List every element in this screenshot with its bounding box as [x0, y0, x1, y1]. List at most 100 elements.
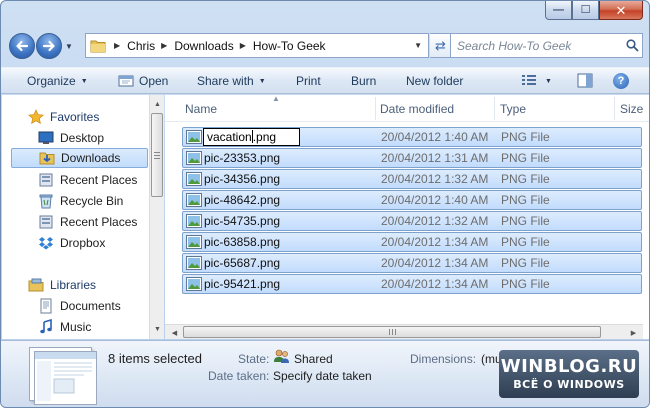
search-input[interactable]: Search How-To Geek [457, 39, 622, 53]
file-name: pic-63858.png [204, 235, 281, 249]
search-box[interactable]: Search How-To Geek [450, 33, 643, 58]
desktop-icon [38, 130, 54, 146]
png-file-icon [186, 193, 202, 207]
preview-pane-button[interactable] [577, 73, 593, 91]
table-row[interactable]: pic-65687.png 20/04/2012 1:34 AM PNG Fil… [182, 253, 642, 273]
table-row[interactable]: vacation.png 20/04/2012 1:40 AM PNG File [182, 127, 642, 147]
table-row[interactable]: pic-54735.png 20/04/2012 1:32 AM PNG Fil… [182, 211, 642, 231]
dimensions-label: Dimensions: [410, 352, 477, 366]
address-bar[interactable]: ▶ Chris ▶ Downloads ▶ How-To Geek ▼ [85, 33, 429, 58]
table-row[interactable]: pic-63858.png 20/04/2012 1:34 AM PNG Fil… [182, 232, 642, 252]
file-type: PNG File [501, 235, 550, 249]
navigation-pane: Favorites Desktop Downloads Recent Place… [2, 95, 149, 339]
open-icon [118, 74, 134, 88]
file-list-scrollbar[interactable]: ◀ ▶ [165, 324, 643, 339]
breadcrumb-chris[interactable]: Chris [127, 39, 155, 53]
file-type: PNG File [501, 172, 550, 186]
share-with-button[interactable]: Share with ▼ [197, 74, 266, 88]
nav-favorites[interactable]: Favorites [28, 107, 149, 127]
table-row[interactable]: pic-23353.png 20/04/2012 1:31 AM PNG Fil… [182, 148, 642, 168]
minimize-button[interactable]: — [545, 1, 572, 20]
scroll-up-icon[interactable]: ▲ [150, 97, 165, 112]
command-bar: Organize ▼ Open Share with ▼ Print Burn Ne… [1, 67, 649, 94]
caption-buttons: — ☐ ✕ [545, 1, 643, 21]
nav-recent-places-1[interactable]: Recent Places [38, 170, 149, 190]
nav-recent-places-2[interactable]: Recent Places [38, 212, 149, 232]
print-button[interactable]: Print [296, 74, 321, 88]
back-button[interactable] [9, 33, 35, 59]
rename-input[interactable]: vacation.png [203, 128, 300, 146]
column-divider[interactable] [614, 97, 615, 120]
search-icon[interactable] [622, 39, 642, 52]
chevron-down-icon: ▼ [258, 77, 266, 85]
file-date: 20/04/2012 1:40 AM [381, 193, 489, 207]
file-type: PNG File [501, 214, 550, 228]
grip-icon [154, 151, 160, 159]
back-arrow-icon [16, 40, 29, 52]
file-name: pic-23353.png [204, 151, 281, 165]
recent-pages-dropdown[interactable]: ▼ [63, 36, 75, 56]
date-taken-value[interactable]: Specify date taken [273, 369, 372, 383]
burn-button[interactable]: Burn [351, 74, 376, 88]
file-type: PNG File [501, 151, 550, 165]
scroll-down-icon[interactable]: ▼ [150, 322, 165, 337]
navigation-pane-scrollbar[interactable]: ▲ ▼ [149, 95, 164, 339]
maximize-button[interactable]: ☐ [572, 1, 599, 20]
help-button[interactable]: ? [613, 73, 629, 89]
table-row[interactable]: pic-34356.png 20/04/2012 1:32 AM PNG Fil… [182, 169, 642, 189]
breadcrumb-how-to-geek[interactable]: How-To Geek [253, 39, 326, 53]
refresh-icon: ⇄ [435, 37, 446, 53]
nav-dropbox[interactable]: Dropbox [38, 233, 149, 253]
recent-places-icon [38, 172, 54, 188]
shared-users-icon [273, 348, 291, 367]
nav-libraries[interactable]: Libraries [28, 275, 149, 295]
watermark-logo: WINBLOG.RU ВСЁ О WINDOWS [499, 350, 639, 398]
scrollbar-thumb[interactable] [183, 326, 601, 338]
close-button[interactable]: ✕ [599, 1, 643, 20]
table-row[interactable]: pic-95421.png 20/04/2012 1:34 AM PNG Fil… [182, 274, 642, 294]
column-name[interactable]: Name [185, 102, 217, 116]
nav-recycle-bin-label: Recycle Bin [60, 194, 124, 208]
change-view-button[interactable]: ▼ [521, 73, 552, 90]
new-folder-button[interactable]: New folder [406, 74, 463, 88]
nav-documents[interactable]: Documents [38, 296, 149, 316]
column-divider[interactable] [375, 97, 376, 120]
file-name: pic-95421.png [204, 277, 281, 291]
refresh-button[interactable]: ⇄ [430, 33, 452, 58]
breadcrumb: ▶ Chris ▶ Downloads ▶ How-To Geek [108, 39, 326, 53]
nav-recycle-bin[interactable]: Recycle Bin [38, 191, 149, 211]
documents-icon [38, 298, 54, 314]
chevron-down-icon: ▼ [545, 78, 552, 85]
column-date-modified[interactable]: Date modified [380, 102, 454, 116]
selection-thumbnail-stack [34, 351, 97, 405]
address-history-dropdown[interactable]: ▼ [414, 41, 422, 50]
open-label: Open [139, 74, 169, 88]
downloads-folder-icon [39, 150, 55, 166]
organize-button[interactable]: Organize ▼ [27, 74, 88, 88]
png-file-icon [186, 256, 202, 270]
nav-documents-label: Documents [60, 299, 121, 313]
breadcrumb-separator-icon[interactable]: ▶ [240, 41, 246, 50]
nav-desktop-label: Desktop [60, 131, 105, 145]
file-list: ▲ Name Date modified Type Size vacation.… [165, 95, 649, 339]
nav-downloads[interactable]: Downloads [11, 148, 148, 168]
forward-button[interactable] [36, 33, 62, 59]
scrollbar-thumb[interactable] [151, 113, 163, 197]
column-size[interactable]: Size [620, 102, 643, 116]
nav-desktop[interactable]: Desktop [38, 128, 149, 148]
file-date: 20/04/2012 1:34 AM [381, 256, 489, 270]
table-row[interactable]: pic-48642.png 20/04/2012 1:40 AM PNG Fil… [182, 190, 642, 210]
file-type: PNG File [501, 256, 550, 270]
close-icon: ✕ [615, 2, 627, 18]
scroll-left-icon[interactable]: ◀ [167, 325, 182, 340]
organize-label: Organize [27, 74, 76, 88]
nav-music-label: Music [60, 320, 92, 334]
open-button[interactable]: Open [118, 74, 168, 88]
column-type[interactable]: Type [500, 102, 526, 116]
nav-music[interactable]: Music [38, 317, 149, 337]
breadcrumb-separator-icon[interactable]: ▶ [161, 41, 167, 50]
column-divider[interactable] [494, 97, 495, 120]
png-file-icon [186, 277, 202, 291]
breadcrumb-downloads[interactable]: Downloads [174, 39, 233, 53]
scroll-right-icon[interactable]: ▶ [626, 325, 641, 340]
